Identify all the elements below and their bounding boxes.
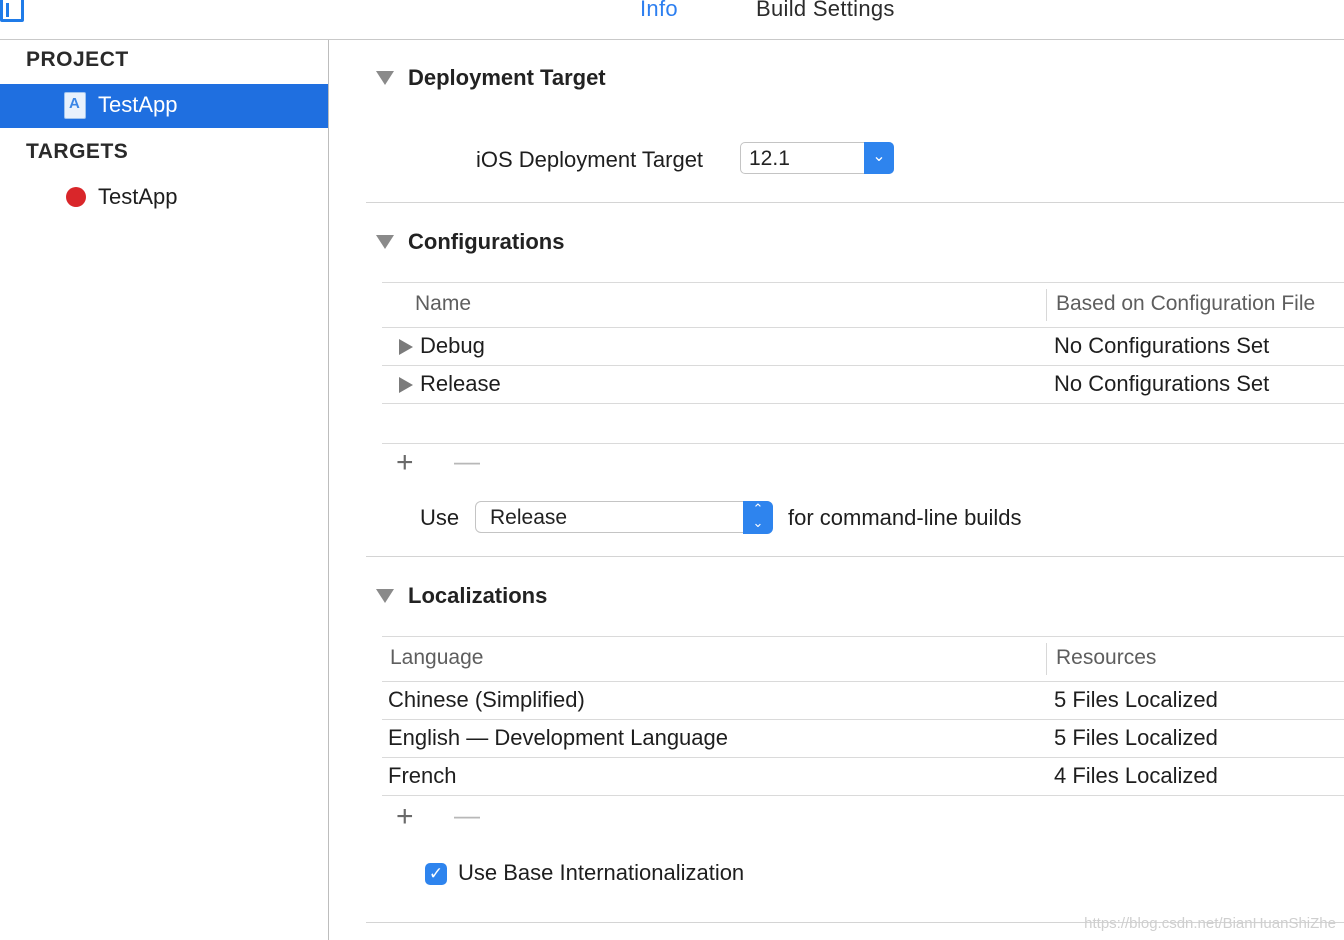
project-file-icon — [64, 92, 86, 119]
localizations-table-header: Language Resources — [382, 637, 1344, 682]
configurations-disclosure-icon[interactable] — [376, 235, 394, 249]
table-empty-area — [382, 404, 1344, 444]
tab-info[interactable]: Info — [640, 0, 678, 22]
configurations-table: Name Based on Configuration File Debug N… — [382, 282, 1344, 444]
sidebar-item-target-testapp[interactable]: TestApp — [0, 176, 328, 220]
target-app-icon — [66, 187, 86, 207]
localization-resources: 5 Files Localized — [1054, 725, 1218, 750]
sidebar-item-label: TestApp — [98, 92, 178, 117]
config-name: Debug — [420, 333, 485, 358]
use-suffix-label: for command-line builds — [788, 505, 1022, 530]
disclosure-triangle-icon[interactable] — [399, 339, 413, 355]
table-row[interactable]: Release No Configurations Set — [382, 366, 1344, 404]
section-divider — [366, 202, 1344, 203]
config-name: Release — [420, 371, 501, 396]
command-line-config-select[interactable]: Release ⌃ ⌄ — [475, 501, 773, 534]
project-navigator-sidebar: PROJECT TestApp TARGETS TestApp — [0, 40, 329, 940]
project-section-header: PROJECT — [26, 48, 129, 71]
column-header-name[interactable]: Name — [415, 292, 471, 316]
localization-language: French — [388, 763, 457, 788]
column-header-resources[interactable]: Resources — [1056, 646, 1156, 670]
localization-language: English — Development Language — [388, 725, 729, 750]
config-based-on[interactable]: No Configurations Set — [1054, 333, 1269, 359]
deployment-section-title: Deployment Target — [408, 65, 606, 90]
localization-resources: 5 Files Localized — [1054, 687, 1218, 712]
configurations-section-title: Configurations — [408, 229, 565, 254]
tab-build-settings[interactable]: Build Settings — [756, 0, 895, 22]
sidebar-item-project-testapp[interactable]: TestApp — [0, 84, 328, 128]
table-row[interactable]: Chinese (Simplified) 5 Files Localized — [382, 682, 1344, 720]
tab-bar: Info Build Settings — [0, 0, 1344, 40]
section-divider — [366, 556, 1344, 557]
table-row[interactable]: English — Development Language 5 Files L… — [382, 720, 1344, 758]
sidebar-item-label: TestApp — [98, 184, 178, 209]
ios-deployment-target-select[interactable]: 12.1 ⌄ — [740, 142, 894, 174]
remove-localization-button[interactable]: — — [454, 800, 480, 830]
use-base-internationalization-checkbox[interactable]: ✓ — [425, 863, 447, 885]
localizations-table: Language Resources Chinese (Simplified) … — [382, 636, 1344, 796]
chevron-down-icon: ⌄ — [864, 142, 894, 174]
localization-resources: 4 Files Localized — [1054, 763, 1218, 788]
ios-deployment-target-value: 12.1 — [749, 147, 790, 170]
localizations-section-title: Localizations — [408, 583, 548, 608]
command-line-config-value: Release — [490, 506, 568, 529]
add-localization-button[interactable]: + — [396, 802, 414, 832]
targets-section-header: TARGETS — [26, 140, 129, 163]
configurations-table-header: Name Based on Configuration File — [382, 283, 1344, 328]
remove-configuration-button[interactable]: — — [454, 446, 480, 476]
column-header-language[interactable]: Language — [390, 646, 483, 670]
column-separator — [1046, 643, 1047, 675]
disclosure-triangle-icon[interactable] — [399, 377, 413, 393]
use-base-internationalization-label: Use Base Internationalization — [458, 860, 745, 885]
column-header-based-on[interactable]: Based on Configuration File — [1056, 292, 1315, 316]
column-separator — [1046, 289, 1047, 321]
add-configuration-button[interactable]: + — [396, 448, 414, 478]
config-based-on[interactable]: No Configurations Set — [1054, 371, 1269, 397]
localizations-disclosure-icon[interactable] — [376, 589, 394, 603]
project-info-editor: Deployment Target iOS Deployment Target … — [330, 40, 1344, 940]
use-label: Use — [420, 505, 460, 530]
table-row[interactable]: French 4 Files Localized — [382, 758, 1344, 796]
up-down-arrows-icon: ⌃ ⌄ — [743, 501, 773, 534]
watermark-text: https://blog.csdn.net/BianHuanShiZhe — [1084, 915, 1336, 932]
localization-language: Chinese (Simplified) — [388, 687, 585, 712]
deployment-disclosure-icon[interactable] — [376, 71, 394, 85]
ios-deployment-target-label: iOS Deployment Target — [476, 147, 704, 172]
sidebar-toggle-icon[interactable] — [0, 0, 24, 22]
table-row[interactable]: Debug No Configurations Set — [382, 328, 1344, 366]
